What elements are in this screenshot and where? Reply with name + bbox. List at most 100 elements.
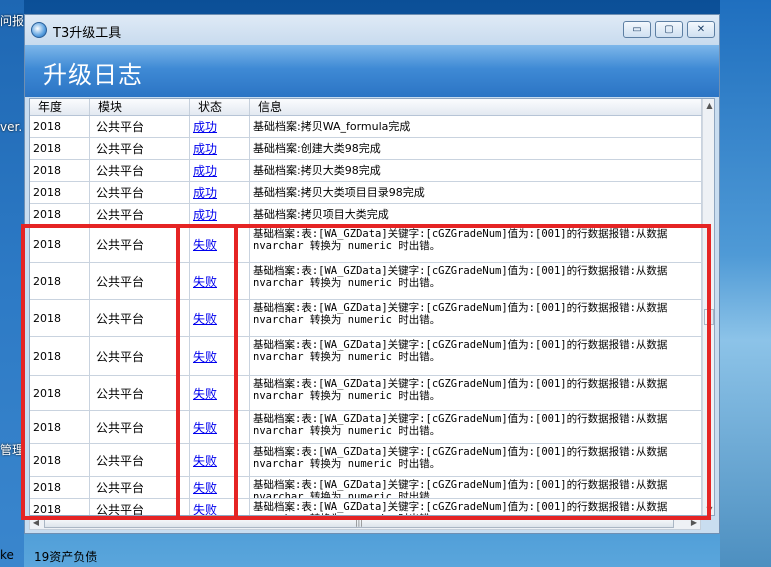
table-row[interactable]: 2018 公共平台 失败 基础档案:表:[WA_GZData]关键字:[cGZGrad…	[30, 337, 702, 376]
column-header-status[interactable]: 状态	[190, 99, 250, 115]
info-text: 基础档案:拷贝大类98完成	[253, 163, 381, 177]
window-title: T3升级工具	[53, 26, 122, 41]
scroll-up-icon[interactable]: ▲	[703, 99, 714, 112]
table-row[interactable]: 2018 公共平台 成功 基础档案:创建大类98完成	[30, 138, 702, 160]
table-row[interactable]: 2018 公共平台 成功 基础档案:拷贝大类项目目录98完成	[30, 182, 702, 204]
status-link[interactable]: 失败	[193, 501, 217, 515]
taskbar-item[interactable]: 19资产负债	[34, 548, 97, 565]
scroll-left-icon[interactable]: ◀	[30, 517, 42, 529]
column-header-module[interactable]: 模块	[90, 99, 190, 115]
table-row[interactable]: 2018 公共平台 失败 基础档案:表:[WA_GZData]关键字:[cGZGrad…	[30, 300, 702, 337]
status-link[interactable]: 成功	[193, 184, 217, 201]
cell-module: 公共平台	[90, 411, 190, 443]
minimize-button[interactable]: ▭	[623, 21, 651, 38]
cell-module: 公共平台	[90, 204, 190, 225]
table-row[interactable]: 2018 公共平台 失败 基础档案:表:[WA_GZData]关键字:[cGZGrad…	[30, 376, 702, 411]
cell-status: 失败	[190, 444, 250, 476]
scroll-right-icon[interactable]: ▶	[688, 517, 700, 529]
cell-status: 失败	[190, 477, 250, 498]
desktop-background-right	[720, 0, 771, 567]
status-link[interactable]: 成功	[193, 140, 217, 157]
column-header-year[interactable]: 年度	[30, 99, 90, 115]
status-link[interactable]: 成功	[193, 206, 217, 223]
year-text: 2018	[33, 503, 61, 516]
info-text: 基础档案:表:[WA_GZData]关键字:[cGZGradeNum]值为:[0…	[253, 302, 668, 314]
module-text: 公共平台	[96, 237, 145, 252]
taskbar-label[interactable]: ke	[0, 548, 14, 562]
year-text: 2018	[33, 311, 61, 325]
cell-info: 基础档案:表:[WA_GZData]关键字:[cGZGradeNum]值为:[0…	[250, 300, 702, 336]
horizontal-scroll-thumb[interactable]: |||	[44, 518, 674, 528]
cell-status: 失败	[190, 226, 250, 262]
module-text: 公共平台	[96, 481, 145, 495]
desktop-icon-label[interactable]: 问报	[0, 12, 24, 29]
cell-info: 基础档案:拷贝大类项目目录98完成	[250, 182, 702, 203]
cell-status: 失败	[190, 499, 250, 515]
cell-year: 2018	[30, 204, 90, 225]
status-link[interactable]: 成功	[193, 118, 217, 135]
module-text: 公共平台	[96, 420, 145, 435]
year-text: 2018	[33, 349, 61, 363]
table-row[interactable]: 2018 公共平台 失败 基础档案:表:[WA_GZData]关键字:[cGZGrad…	[30, 226, 702, 263]
cell-year: 2018	[30, 182, 90, 203]
cell-module: 公共平台	[90, 138, 190, 159]
status-link[interactable]: 失败	[193, 348, 217, 365]
info-text: nvarchar 转换为 numeric 时出错。	[253, 458, 441, 470]
info-text: nvarchar 转换为 numeric 时出错。	[253, 314, 441, 326]
table-row[interactable]: 2018 公共平台 成功 基础档案:拷贝项目大类完成	[30, 204, 702, 226]
cell-module: 公共平台	[90, 160, 190, 181]
status-link[interactable]: 失败	[193, 452, 217, 469]
status-link[interactable]: 失败	[193, 385, 217, 402]
cell-year: 2018	[30, 411, 90, 443]
table-row[interactable]: 2018 公共平台 成功 基础档案:拷贝WA_formula完成	[30, 116, 702, 138]
status-link[interactable]: 失败	[193, 273, 217, 290]
info-text: 基础档案:表:[WA_GZData]关键字:[cGZGradeNum]值为:[0…	[253, 479, 668, 491]
cell-status: 成功	[190, 182, 250, 203]
cell-module: 公共平台	[90, 300, 190, 336]
table-row[interactable]: 2018 公共平台 失败 基础档案:表:[WA_GZData]关键字:[cGZGrad…	[30, 477, 702, 499]
table-row[interactable]: 2018 公共平台 失败 基础档案:表:[WA_GZData]关键字:[cGZGrad…	[30, 499, 702, 516]
table-row[interactable]: 2018 公共平台 失败 基础档案:表:[WA_GZData]关键字:[cGZGrad…	[30, 444, 702, 477]
info-text: nvarchar 转换为 numeric 时出错。	[253, 351, 441, 363]
year-text: 2018	[33, 142, 61, 155]
status-link[interactable]: 失败	[193, 479, 217, 496]
maximize-button[interactable]: ▢	[655, 21, 683, 38]
year-text: 2018	[33, 481, 61, 494]
cell-module: 公共平台	[90, 477, 190, 498]
page-title: 升级日志	[43, 61, 143, 89]
cell-year: 2018	[30, 226, 90, 262]
cell-year: 2018	[30, 444, 90, 476]
column-header-info[interactable]: 信息	[250, 99, 702, 115]
vertical-scrollbar[interactable]: ▲ ▼	[702, 99, 714, 515]
close-button[interactable]: ✕	[687, 21, 715, 38]
table-row[interactable]: 2018 公共平台 失败 基础档案:表:[WA_GZData]关键字:[cGZGrad…	[30, 263, 702, 300]
cell-info: 基础档案:表:[WA_GZData]关键字:[cGZGradeNum]值为:[0…	[250, 226, 702, 262]
status-link[interactable]: 失败	[193, 310, 217, 327]
title-bar[interactable]: T3升级工具 ▭ ▢ ✕	[25, 15, 719, 45]
cell-info: 基础档案:表:[WA_GZData]关键字:[cGZGradeNum]值为:[0…	[250, 337, 702, 375]
info-text: 基础档案:拷贝大类项目目录98完成	[253, 185, 425, 199]
cell-year: 2018	[30, 160, 90, 181]
table-row[interactable]: 2018 公共平台 失败 基础档案:表:[WA_GZData]关键字:[cGZGrad…	[30, 411, 702, 444]
module-text: 公共平台	[96, 386, 145, 401]
year-text: 2018	[33, 453, 61, 467]
desktop-icon-label[interactable]: 管理	[0, 441, 24, 458]
module-text: 公共平台	[96, 503, 145, 516]
cell-module: 公共平台	[90, 337, 190, 375]
vertical-scroll-thumb[interactable]	[704, 309, 714, 325]
status-link[interactable]: 失败	[193, 419, 217, 436]
horizontal-scrollbar[interactable]: ◀ ||| ▶	[29, 516, 701, 530]
desktop-icon-label[interactable]: ver.	[0, 120, 22, 134]
cell-module: 公共平台	[90, 116, 190, 137]
cell-info: 基础档案:拷贝项目大类完成	[250, 204, 702, 225]
scroll-down-icon[interactable]: ▼	[703, 503, 714, 515]
status-link[interactable]: 成功	[193, 162, 217, 179]
year-text: 2018	[33, 420, 61, 434]
cell-module: 公共平台	[90, 263, 190, 299]
module-text: 公共平台	[96, 311, 145, 326]
table-row[interactable]: 2018 公共平台 成功 基础档案:拷贝大类98完成	[30, 160, 702, 182]
info-text: 基础档案:表:[WA_GZData]关键字:[cGZGradeNum]值为:[0…	[253, 339, 668, 351]
year-text: 2018	[33, 237, 61, 251]
status-link[interactable]: 失败	[193, 236, 217, 253]
info-text: nvarchar 转换为 numeric 时出错。	[253, 390, 441, 402]
